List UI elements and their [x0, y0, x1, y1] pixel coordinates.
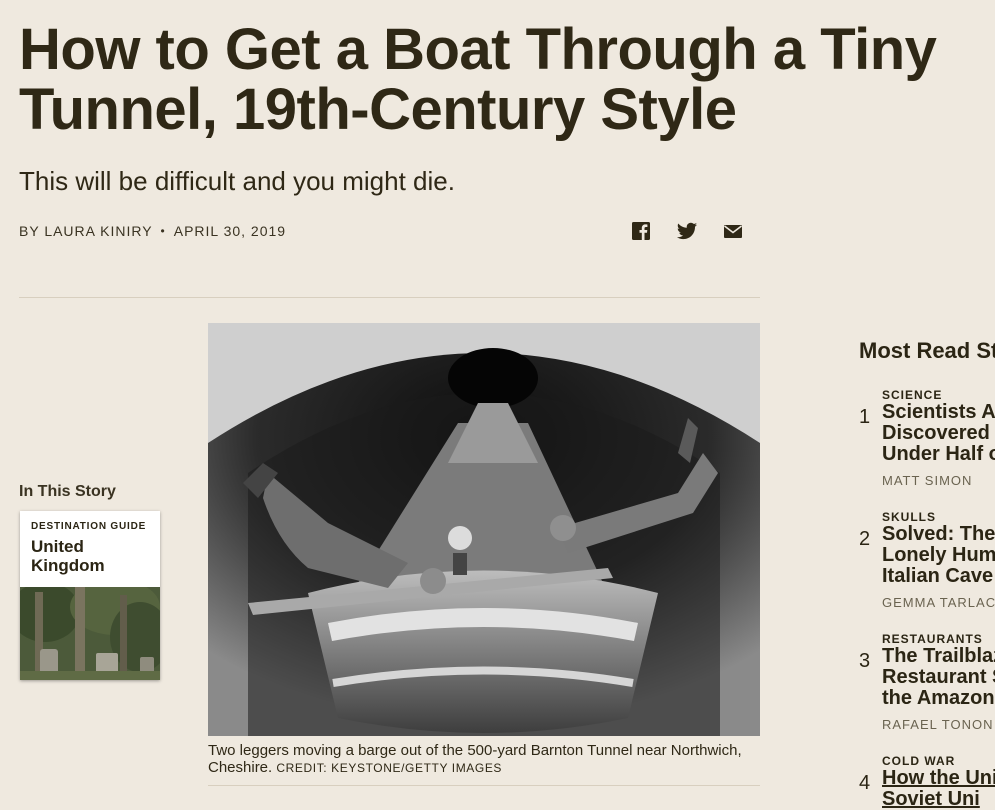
most-read-category[interactable]: SKULLS: [882, 510, 936, 524]
twitter-icon[interactable]: [676, 220, 698, 242]
article-photo: [208, 323, 760, 736]
destination-card-tag: DESTINATION GUIDE: [31, 521, 147, 532]
email-icon[interactable]: [722, 220, 744, 242]
most-read-category[interactable]: SCIENCE: [882, 388, 942, 402]
most-read-author[interactable]: MATT SIMON: [882, 473, 972, 488]
most-read-headline[interactable]: Solved: The Lonely Huma Italian Cave: [882, 524, 995, 587]
destination-card[interactable]: DESTINATION GUIDE United Kingdom: [20, 511, 160, 680]
most-read-category[interactable]: COLD WAR: [882, 754, 955, 768]
facebook-icon[interactable]: [630, 220, 652, 242]
most-read-author[interactable]: RAFAEL TONON: [882, 717, 993, 732]
most-read-rank: 2: [859, 528, 871, 550]
byline: BY LAURA KINIRY • APRIL 30, 2019: [19, 223, 286, 239]
most-read-headline[interactable]: Scientists Ac Discovered S Under Half o: [882, 402, 995, 465]
most-read-rank: 4: [859, 772, 871, 794]
article-title: How to Get a Boat Through a Tiny Tunnel,…: [19, 17, 937, 142]
most-read-category[interactable]: RESTAURANTS: [882, 632, 983, 646]
destination-card-name: United Kingdom: [31, 537, 105, 575]
article-dek: This will be difficult and you might die…: [19, 166, 455, 196]
byline-separator: •: [160, 224, 166, 238]
destination-card-image: [20, 587, 160, 680]
photo-caption: Two leggers moving a barge out of the 50…: [208, 742, 760, 777]
most-read-headline[interactable]: How the Uni Soviet Uni: [882, 768, 995, 810]
most-read-heading: Most Read St: [859, 338, 995, 363]
share-bar: [630, 220, 744, 242]
most-read-rank: 3: [859, 650, 871, 672]
caption-divider: [208, 785, 760, 786]
most-read-author[interactable]: GEMMA TARLACH: [882, 595, 995, 610]
in-this-story-label: In This Story: [19, 483, 116, 500]
author-link[interactable]: BY LAURA KINIRY: [19, 223, 153, 239]
publish-date: APRIL 30, 2019: [173, 223, 287, 239]
header-divider: [19, 297, 760, 298]
photo-credit: CREDIT: KEYSTONE/GETTY IMAGES: [276, 761, 503, 775]
most-read-rank: 1: [859, 406, 871, 428]
most-read-headline[interactable]: The Trailblaz Restaurant S the Amazon: [882, 646, 995, 709]
